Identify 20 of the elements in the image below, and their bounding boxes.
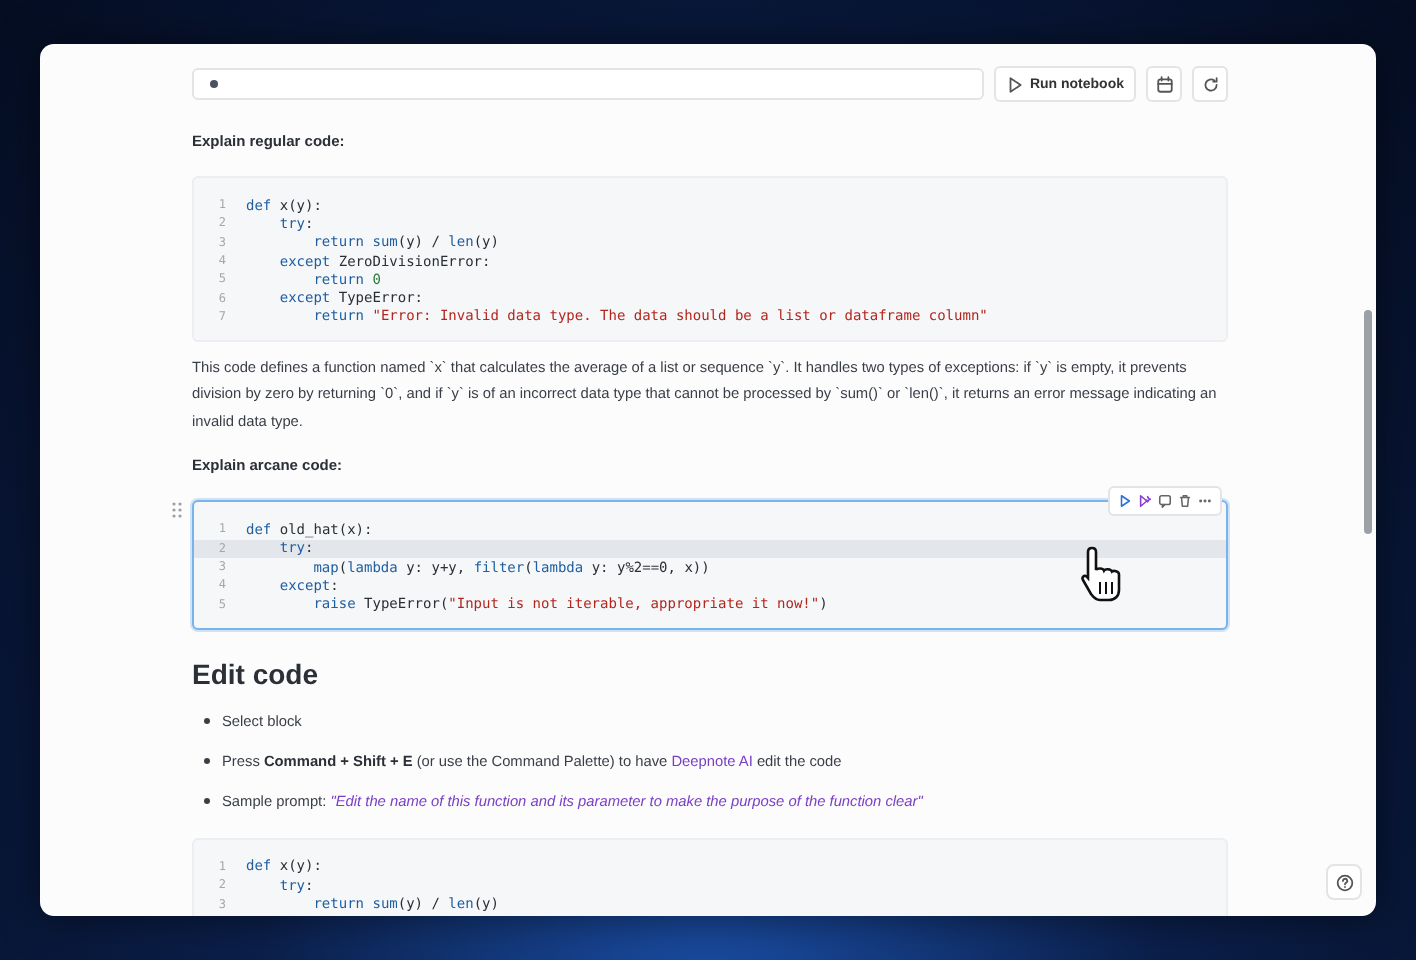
trash-icon[interactable] (1178, 494, 1192, 509)
comment-icon[interactable] (1158, 494, 1172, 509)
bullet-icon (204, 757, 210, 764)
help-button[interactable] (1326, 864, 1362, 900)
hand-cursor-icon (1080, 544, 1124, 605)
bullet-icon (204, 797, 210, 804)
refresh-button[interactable] (1192, 66, 1228, 102)
play-icon (1005, 75, 1024, 93)
help-icon (1335, 873, 1353, 891)
refresh-icon (1201, 75, 1219, 93)
scrollbar[interactable] (1364, 310, 1372, 534)
bullet-icon (204, 717, 210, 724)
calendar-icon (1155, 75, 1173, 93)
sparkle-run-icon[interactable] (1138, 494, 1152, 509)
section-heading: Edit code (192, 657, 319, 690)
run-icon[interactable] (1118, 494, 1132, 509)
drag-handle-icon[interactable] (172, 502, 182, 519)
schedule-button[interactable] (1146, 66, 1182, 102)
input-field[interactable] (192, 68, 984, 100)
status-dot-icon (210, 80, 218, 88)
